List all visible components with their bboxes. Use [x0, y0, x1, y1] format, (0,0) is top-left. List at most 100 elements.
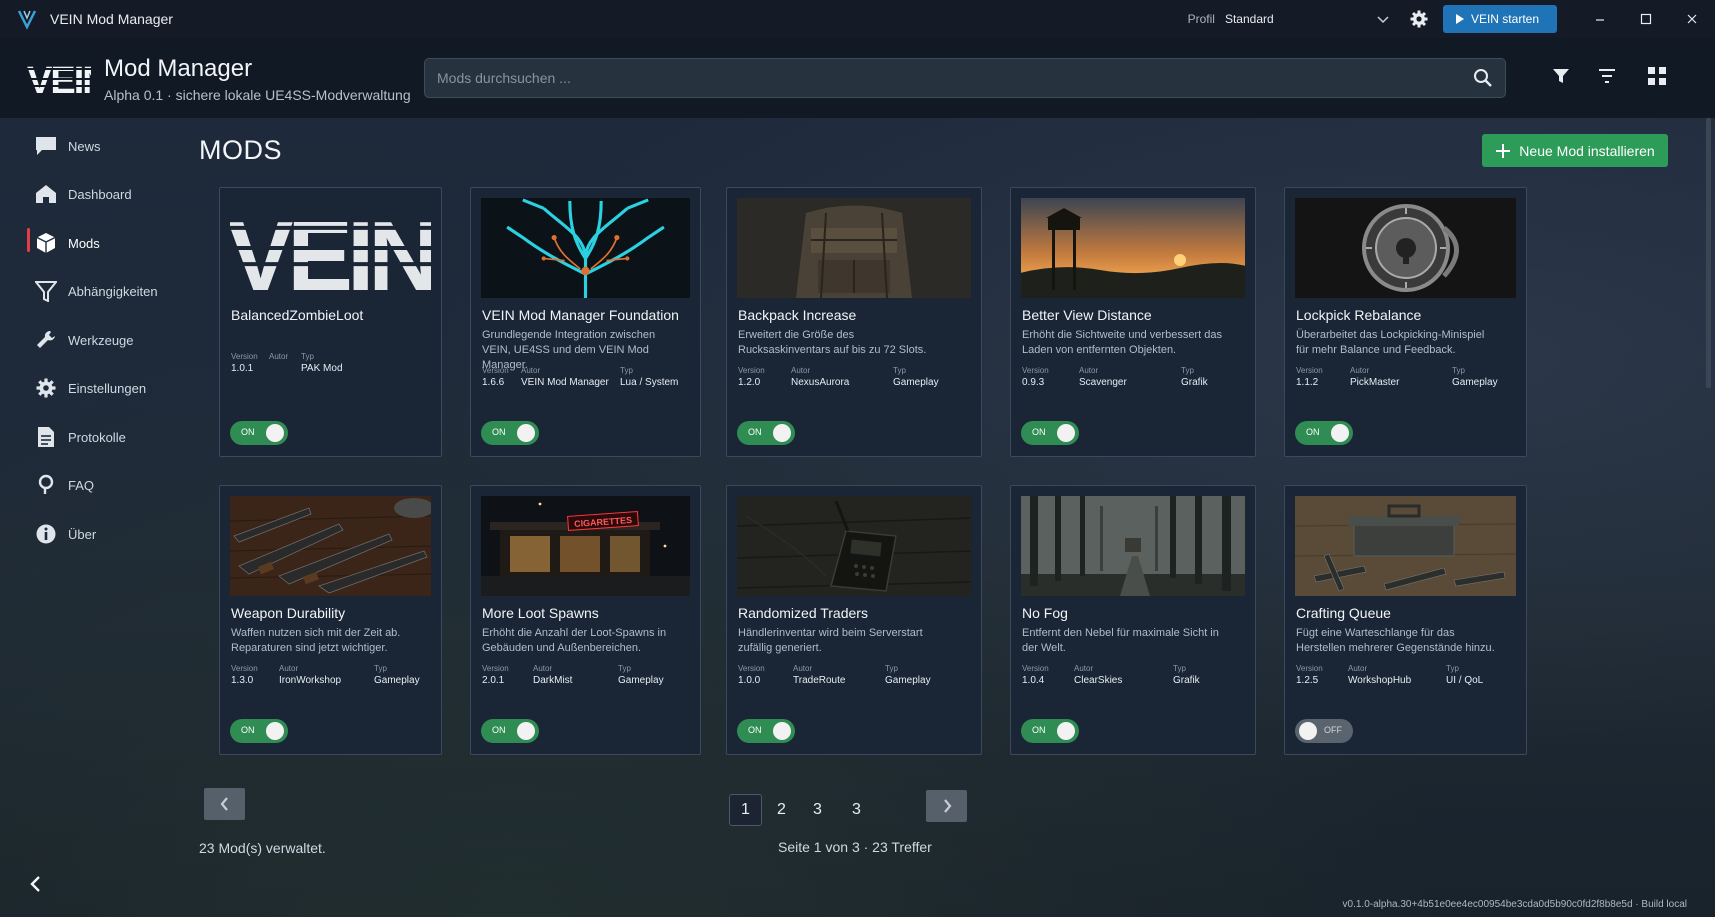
- mod-card[interactable]: Backpack Increase Erweitert die Größe de…: [726, 187, 982, 457]
- meta-label: Autor: [1079, 366, 1099, 375]
- mod-enable-toggle[interactable]: ON: [481, 421, 539, 445]
- next-page-button[interactable]: [926, 790, 967, 822]
- scrollbar[interactable]: [1706, 118, 1711, 388]
- mod-type: Gameplay: [1452, 377, 1498, 388]
- mod-version: 1.2.0: [738, 377, 761, 388]
- mod-card[interactable]: Randomized Traders Händlerinventar wird …: [726, 485, 982, 755]
- mod-enable-toggle[interactable]: ON: [1295, 421, 1353, 445]
- previous-page-button[interactable]: [204, 788, 245, 820]
- mod-enable-toggle[interactable]: ON: [1021, 719, 1079, 743]
- mod-description: Entfernt den Nebel für maximale Sicht in…: [1022, 627, 1219, 654]
- mod-author: IronWorkshop: [279, 675, 342, 686]
- toggle-label: ON: [492, 427, 506, 437]
- sidebar-item-settings[interactable]: Einstellungen: [28, 371, 178, 405]
- sidebar-item-dashboard[interactable]: Dashboard: [28, 177, 178, 211]
- sort-icon: [1599, 69, 1615, 83]
- mod-card[interactable]: CIGARETTES More Loot Spawns Erhöht die A…: [470, 485, 701, 755]
- mod-type: Gameplay: [893, 377, 939, 388]
- sidebar-item-news[interactable]: News: [28, 129, 178, 163]
- close-button[interactable]: [1669, 0, 1715, 38]
- sort-button[interactable]: [1594, 63, 1620, 89]
- mod-version: 1.6.6: [482, 377, 505, 388]
- sidebar-item-tools[interactable]: Werkzeuge: [28, 323, 178, 357]
- sidebar-item-faq[interactable]: FAQ: [28, 468, 178, 502]
- sidebar: News Dashboard Mods Abhängigkeiten Werkz…: [14, 118, 182, 917]
- meta-label: Typ: [1446, 664, 1459, 673]
- search-icon[interactable]: [1473, 68, 1493, 88]
- meta-label: Autor: [279, 664, 299, 673]
- mod-version: 0.9.3: [1022, 377, 1045, 388]
- mod-enable-toggle[interactable]: ON: [737, 719, 795, 743]
- search-input[interactable]: [437, 59, 1437, 97]
- meta-label: Autor: [793, 664, 813, 673]
- maximize-icon: [1640, 13, 1652, 25]
- box-icon: [34, 231, 58, 255]
- install-new-mod-label: Neue Mod installieren: [1519, 142, 1655, 159]
- gear-icon: [34, 376, 58, 400]
- sidebar-item-dependencies[interactable]: Abhängigkeiten: [28, 274, 178, 308]
- mod-version: 1.1.2: [1296, 377, 1319, 388]
- mod-card[interactable]: Weapon Durability Waffen nutzen sich mit…: [219, 485, 442, 755]
- mod-enable-toggle[interactable]: ON: [481, 719, 539, 743]
- mod-card[interactable]: VEIN Mod Manager Foundation Grundlegende…: [470, 187, 701, 457]
- start-game-button[interactable]: VEIN starten: [1442, 5, 1557, 33]
- document-icon: [34, 425, 58, 449]
- minimize-button[interactable]: [1577, 0, 1623, 38]
- mod-version: 1.0.0: [738, 675, 761, 686]
- mod-thumbnail: [230, 496, 431, 596]
- mod-count: 23 Mod(s) verwaltet.: [199, 840, 326, 856]
- toggle-label: ON: [241, 427, 255, 437]
- page-button-1[interactable]: 1: [729, 794, 762, 826]
- meta-label: Typ: [620, 366, 633, 375]
- mod-author: DarkMist: [533, 675, 573, 686]
- install-new-mod-button[interactable]: Neue Mod installieren: [1482, 134, 1668, 167]
- collapse-sidebar-button[interactable]: [24, 872, 48, 896]
- gear-icon[interactable]: [1409, 9, 1429, 29]
- sidebar-item-about[interactable]: Über: [28, 517, 178, 551]
- grid-view-button[interactable]: [1644, 63, 1670, 89]
- sidebar-item-mods[interactable]: Mods: [28, 226, 178, 260]
- mod-meta: Version 1.6.6 Autor VEIN Mod Manager Typ Lu…: [482, 366, 678, 388]
- mod-enable-toggle[interactable]: ON: [230, 421, 288, 445]
- meta-label: Autor: [791, 366, 811, 375]
- mod-card[interactable]: VEIN BalancedZombieLoot Version 1.0.1 Aut…: [219, 187, 442, 457]
- page-button-3[interactable]: 3: [801, 794, 834, 826]
- mod-card[interactable]: Crafting Queue Fügt eine Warteschlange f…: [1284, 485, 1527, 755]
- mod-author: Scavenger: [1079, 377, 1127, 388]
- mod-name: Randomized Traders: [738, 605, 868, 621]
- app-title: Mod Manager: [104, 55, 253, 82]
- profile-select[interactable]: Standard: [1225, 12, 1375, 26]
- mod-card[interactable]: Better View Distance Erhöht die Sichtwei…: [1010, 187, 1256, 457]
- mod-thumbnail: [1021, 198, 1245, 298]
- info-icon: [34, 522, 58, 546]
- meta-label: Version: [1022, 664, 1049, 673]
- toggle-label: ON: [748, 725, 762, 735]
- mod-thumbnail: [737, 198, 971, 298]
- mod-type: Gameplay: [885, 675, 931, 686]
- mod-meta: Version 1.1.2 Autor PickMaster Typ Gameplay: [1296, 366, 1498, 388]
- mod-card[interactable]: No Fog Entfernt den Nebel für maximale S…: [1010, 485, 1256, 755]
- mod-thumbnail: [737, 496, 971, 596]
- chevron-down-icon[interactable]: [1375, 11, 1391, 27]
- mod-enable-toggle[interactable]: ON: [737, 421, 795, 445]
- page-button-2[interactable]: 2: [765, 794, 798, 826]
- mod-type: PAK Mod: [301, 363, 343, 374]
- sidebar-item-logs[interactable]: Protokolle: [28, 420, 178, 454]
- title-bar: VEIN Mod Manager Profil Standard VEIN st…: [0, 0, 1715, 38]
- home-icon: [34, 182, 58, 206]
- mod-card[interactable]: Lockpick Rebalance Überarbeitet das Lock…: [1284, 187, 1527, 457]
- mod-description: Fügt eine Warteschlange für das Herstell…: [1296, 627, 1495, 654]
- meta-label: Autor: [1074, 664, 1094, 673]
- mod-enable-toggle[interactable]: ON: [1021, 421, 1079, 445]
- mod-author: WorkshopHub: [1348, 675, 1412, 686]
- mod-enable-toggle[interactable]: OFF: [1295, 719, 1353, 743]
- mod-version: 1.0.4: [1022, 675, 1045, 686]
- toggle-label: ON: [1032, 725, 1046, 735]
- mod-meta: Version 2.0.1 Autor DarkMist Typ Gameplay: [482, 664, 664, 686]
- page-button-3b[interactable]: 3: [840, 794, 873, 826]
- mod-enable-toggle[interactable]: ON: [230, 719, 288, 743]
- maximize-button[interactable]: [1623, 0, 1669, 38]
- filter-button[interactable]: [1548, 63, 1574, 89]
- search-box: [424, 58, 1506, 98]
- meta-label: Typ: [885, 664, 898, 673]
